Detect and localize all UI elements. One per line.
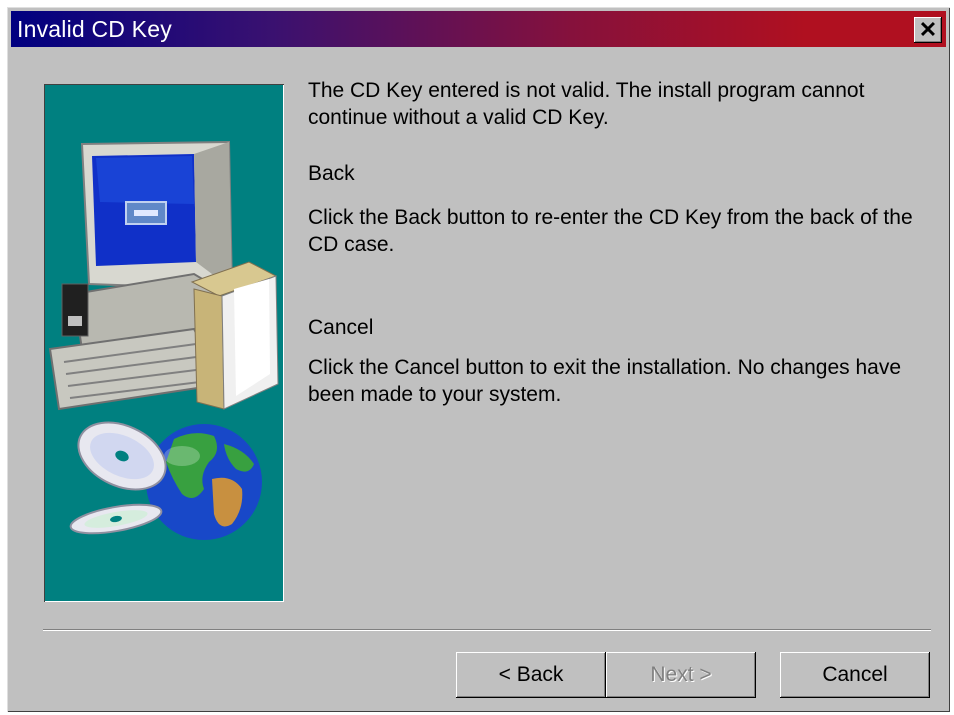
cancel-heading: Cancel [308,316,374,339]
next-button[interactable]: Next > [606,652,756,698]
title-bar[interactable]: Invalid CD Key ✕ [11,11,946,47]
back-button[interactable]: < Back [456,652,606,698]
back-description: Click the Back button to re-enter the CD… [308,206,913,256]
cancel-description: Click the Cancel button to exit the inst… [308,356,902,406]
button-separator [43,629,931,631]
illustration-graphic [48,140,279,540]
close-icon: ✕ [918,17,938,42]
setup-illustration [44,84,284,602]
box-icon [190,261,279,410]
back-heading: Back [308,162,355,185]
intro-message: The CD Key entered is not valid. The ins… [308,79,865,129]
dialog-window: Invalid CD Key ✕ The CD Key entered is n… [7,7,950,712]
close-button[interactable]: ✕ [914,17,942,43]
window-title: Invalid CD Key [17,16,172,42]
cancel-button[interactable]: Cancel [780,652,930,698]
